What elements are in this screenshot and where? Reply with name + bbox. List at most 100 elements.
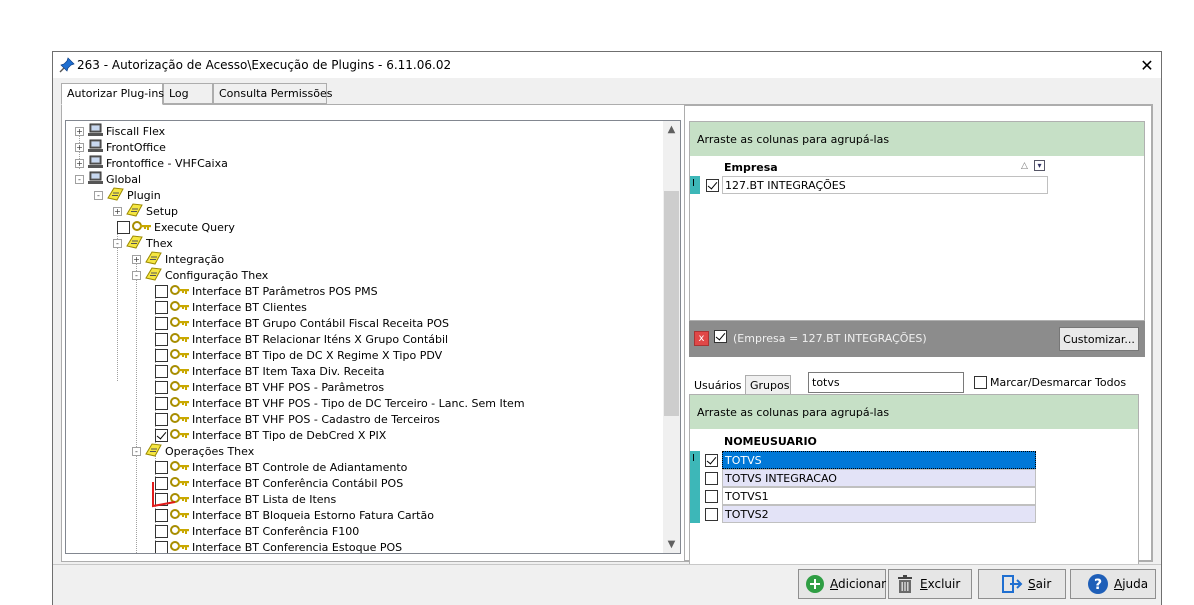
table-row[interactable]: 127.BT INTEGRAÇÕES <box>722 176 1048 194</box>
tree-node[interactable]: Interface BT VHF POS - Tipo de DC Tercei… <box>155 395 525 411</box>
node-checkbox[interactable] <box>155 300 168 314</box>
tree-node[interactable]: Interface BT Lista de Itens <box>155 491 336 507</box>
tree-node[interactable]: Interface BT Bloqueia Estorno Fatura Car… <box>155 507 434 523</box>
tree-node[interactable]: Interface BT Controle de Adiantamento <box>155 459 407 475</box>
node-checkbox[interactable] <box>155 316 168 330</box>
empresa-grid: Arraste as colunas para agrupá-las Empre… <box>689 121 1145 321</box>
node-checkbox[interactable] <box>155 396 168 410</box>
filter-enabled-checkbox[interactable] <box>714 330 727 343</box>
node-checkbox[interactable] <box>155 540 168 553</box>
tree-node[interactable]: - Configuração Thex <box>132 266 268 285</box>
tree-node[interactable]: - Thex <box>113 234 173 253</box>
mark-all-checkbox[interactable] <box>974 376 987 389</box>
expand-icon[interactable]: + <box>75 126 84 136</box>
expand-icon[interactable]: + <box>113 206 122 216</box>
scroll-up-icon[interactable]: ▲ <box>663 121 680 138</box>
expand-icon[interactable]: + <box>132 254 141 264</box>
tree-node[interactable]: + Setup <box>113 202 178 219</box>
tab-consulta-permissoes[interactable]: Consulta Permissões <box>213 83 333 104</box>
key-icon <box>170 300 190 315</box>
clear-filter-button[interactable]: x <box>694 331 709 346</box>
node-checkbox[interactable] <box>117 220 130 234</box>
add-button[interactable]: Adicionar <box>798 569 886 599</box>
table-row[interactable]: TOTVS1 <box>722 487 1036 505</box>
tree-node[interactable]: Interface BT Parâmetros POS PMS <box>155 283 378 299</box>
tree-node[interactable]: Interface BT Grupo Contábil Fiscal Recei… <box>155 315 449 331</box>
table-row[interactable]: TOTVS2 <box>722 505 1036 523</box>
tree-node[interactable]: + Fiscall Flex <box>75 123 165 139</box>
computer-icon <box>88 123 104 140</box>
close-button[interactable]: ✕ <box>1133 52 1161 78</box>
tree-node[interactable]: Interface BT Tipo de DC X Regime X Tipo … <box>155 347 442 363</box>
row-checkbox[interactable] <box>705 508 718 521</box>
filter-icon[interactable]: ▾ <box>1034 160 1045 171</box>
node-checkbox[interactable] <box>155 460 168 474</box>
scroll-down-icon[interactable]: ▼ <box>663 536 680 553</box>
plugin-folder-icon <box>145 442 163 461</box>
tree-node-label: Execute Query <box>154 220 235 234</box>
tab-autorizar-plugins[interactable]: Autorizar Plug-ins <box>61 83 165 105</box>
window-title: 263 - Autorização de Acesso\Execução de … <box>77 58 452 72</box>
row-checkbox[interactable] <box>705 472 718 485</box>
tab-grupos[interactable]: Grupos <box>745 375 791 395</box>
collapse-icon[interactable]: - <box>132 270 141 280</box>
exit-button[interactable]: Sair <box>978 569 1066 599</box>
table-row[interactable]: TOTVS INTEGRACAO <box>722 469 1036 487</box>
mark-all-toggle[interactable]: Marcar/Desmarcar Todos <box>974 376 1126 389</box>
tree-node[interactable]: Interface BT Tipo de DebCred X PIX <box>155 427 386 443</box>
customize-button[interactable]: Customizar... <box>1059 327 1139 351</box>
tab-panel: + Fiscall Flex + FrontOffice + Frontoffice - … <box>61 104 1153 568</box>
tree-node[interactable]: Interface BT Item Taxa Div. Receita <box>155 363 384 379</box>
row-checkbox[interactable] <box>705 490 718 503</box>
node-checkbox[interactable] <box>155 524 168 538</box>
tree-node[interactable]: Interface BT VHF POS - Parâmetros <box>155 379 384 395</box>
node-checkbox[interactable] <box>155 428 168 442</box>
plugin-folder-icon <box>145 266 163 285</box>
tab-label: Usuários <box>694 379 742 392</box>
tree-node[interactable]: + FrontOffice <box>75 139 166 155</box>
row-checkbox[interactable] <box>705 454 718 467</box>
tab-usuarios[interactable]: Usuários <box>689 375 745 395</box>
node-checkbox[interactable] <box>155 412 168 426</box>
row-checkbox[interactable] <box>706 179 719 192</box>
scroll-thumb[interactable] <box>664 191 679 416</box>
tree-node[interactable]: - Operações Thex <box>132 442 254 461</box>
tree-scrollbar[interactable]: ▲ ▼ <box>663 121 680 553</box>
key-icon <box>170 316 190 331</box>
exit-label: Sair <box>1028 577 1052 591</box>
empresa-name: 127.BT INTEGRAÇÕES <box>725 178 846 192</box>
tree-node[interactable]: Interface BT Conferencia Estoque POS <box>155 539 402 553</box>
tree-node[interactable]: + Frontoffice - VHFCaixa <box>75 155 228 171</box>
tree-node[interactable]: Interface BT Relacionar Iténs X Grupo Co… <box>155 331 448 347</box>
tree-node[interactable]: Interface BT Conferência Contábil POS <box>155 475 403 491</box>
column-header-empresa[interactable]: Empresa <box>724 161 778 174</box>
node-checkbox[interactable] <box>155 348 168 362</box>
tree-node[interactable]: Interface BT VHF POS - Cadastro de Terce… <box>155 411 440 427</box>
tree-node-label: Interface BT Conferência F100 <box>192 524 360 538</box>
delete-button[interactable]: Excluir <box>888 569 972 599</box>
expand-icon[interactable]: + <box>75 158 84 168</box>
tree-node[interactable]: Interface BT Clientes <box>155 299 307 315</box>
collapse-icon[interactable]: - <box>132 446 141 456</box>
plugin-folder-icon <box>126 234 144 253</box>
tree-node-label: Interface BT Bloqueia Estorno Fatura Car… <box>192 508 434 522</box>
tab-log[interactable]: Log <box>163 83 213 104</box>
add-icon <box>806 575 824 593</box>
sort-icon[interactable]: △ <box>1021 161 1028 171</box>
node-checkbox[interactable] <box>155 364 168 378</box>
node-checkbox[interactable] <box>155 284 168 298</box>
collapse-icon[interactable]: - <box>113 238 122 248</box>
column-header-nomeusuario[interactable]: NOMEUSUARIO <box>724 435 817 448</box>
tree-node-label: Interface BT Item Taxa Div. Receita <box>192 364 385 378</box>
collapse-icon[interactable]: - <box>94 190 103 200</box>
tab-label: Autorizar Plug-ins <box>67 87 165 100</box>
table-row[interactable]: TOTVS <box>722 451 1036 469</box>
expand-icon[interactable]: + <box>75 142 84 152</box>
node-checkbox[interactable] <box>155 332 168 346</box>
help-button[interactable]: ? Ajuda <box>1070 569 1156 599</box>
node-checkbox[interactable] <box>155 380 168 394</box>
filter-bar: x (Empresa = 127.BT INTEGRAÇÕES) Customi… <box>689 321 1145 357</box>
tree-node[interactable]: Interface BT Conferência F100 <box>155 523 359 539</box>
user-search-input[interactable] <box>808 372 964 393</box>
collapse-icon[interactable]: - <box>75 174 84 184</box>
